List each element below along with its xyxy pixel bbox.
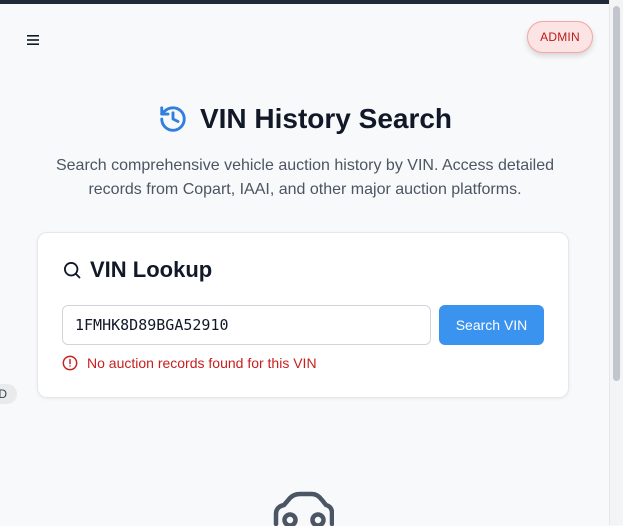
search-icon (64, 262, 81, 279)
scrollbar-thumb[interactable] (613, 6, 620, 381)
hero-title-row: VIN History Search (0, 100, 610, 138)
card-header: VIN Lookup (62, 257, 212, 283)
card-title: VIN Lookup (90, 257, 213, 282)
admin-button[interactable]: ADMIN (527, 21, 593, 53)
search-vin-button[interactable]: Search VIN (439, 305, 544, 345)
error-message-row: No auction records found for this VIN (62, 354, 317, 372)
hero-section: VIN History Search Search comprehensive … (0, 100, 610, 202)
history-icon (160, 106, 186, 132)
scrollbar[interactable] (609, 0, 623, 525)
side-tab[interactable]: D (0, 384, 17, 404)
page-title: VIN History Search (199, 103, 453, 134)
menu-button[interactable] (25, 32, 41, 48)
page-description: Search comprehensive vehicle auction his… (55, 157, 555, 198)
car-icon (273, 491, 334, 526)
vin-lookup-card: VIN Lookup Search VIN No auction records… (37, 232, 569, 398)
alert-circle-icon (62, 355, 78, 371)
error-message: No auction records found for this VIN (87, 355, 317, 371)
top-border (0, 0, 610, 4)
hamburger-menu-icon (27, 35, 39, 45)
vin-input[interactable] (62, 305, 431, 345)
